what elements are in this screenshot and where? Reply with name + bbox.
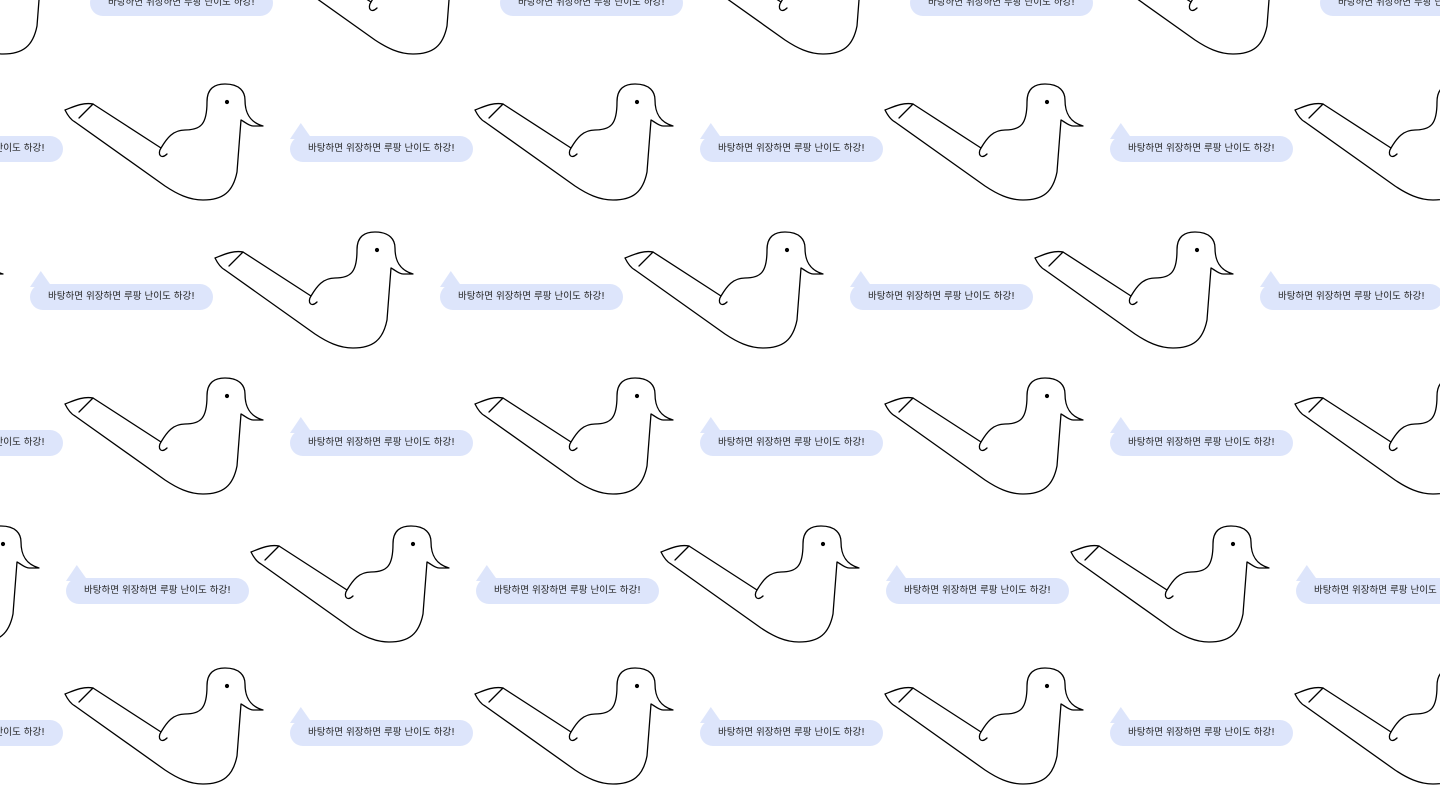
- bubble-text: 바탕하면 위장하면 루팡 난이도 하강!: [1338, 0, 1440, 8]
- bubble-text: 바탕하면 위장하면 루팡 난이도 하강!: [718, 437, 865, 448]
- bubble-text: 바탕하면 위장하면 루팡 난이도 하강!: [84, 585, 231, 596]
- bubble-text: 바탕하면 위장하면 루팡 난이도 하강!: [0, 437, 45, 448]
- bubble-text: 바탕하면 위장하면 루팡 난이도 하강!: [308, 727, 455, 738]
- speech-bubble: 바탕하면 위장하면 루팡 난이도 하강!: [886, 578, 1069, 604]
- bubble-text: 바탕하면 위장하면 루팡 난이도 하강!: [1128, 143, 1275, 154]
- bubble-text: 바탕하면 위장하면 루팡 난이도 하강!: [108, 0, 255, 8]
- bird-outline-icon: [1294, 89, 1440, 201]
- bubble-text: 바탕하면 위장하면 루팡 난이도 하강!: [518, 0, 665, 8]
- speech-bubble: 바탕하면 위장하면 루팡 난이도 하강!: [700, 720, 883, 746]
- speech-bubble: 바탕하면 위장하면 루팡 난이도 하강!: [290, 430, 473, 456]
- speech-bubble: 바탕하면 위장하면 루팡 난이도 하강!: [1260, 284, 1440, 310]
- speech-bubble: 바탕하면 위장하면 루팡 난이도 하강!: [1320, 0, 1440, 16]
- speech-bubble: 바탕하면 위장하면 루팡 난이도 하강!: [850, 284, 1033, 310]
- bubble-text: 바탕하면 위장하면 루팡 난이도 하강!: [1128, 727, 1275, 738]
- speech-bubble: 바탕하면 위장하면 루팡 난이도 하강!: [500, 0, 683, 16]
- bubble-text: 바탕하면 위장하면 루팡 난이도 하강!: [904, 585, 1051, 596]
- speech-bubble: 바탕하면 위장하면 루팡 난이도 하강!: [290, 136, 473, 162]
- speech-bubble: 바탕하면 위장하면 루팡 난이도 하강!: [90, 0, 273, 16]
- bubble-text: 바탕하면 위장하면 루팡 난이도 하강!: [928, 0, 1075, 8]
- bird-outline-icon: [1070, 525, 1270, 643]
- bubble-text: 바탕하면 위장하면 루팡 난이도 하강!: [718, 143, 865, 154]
- speech-bubble: 바탕하면 위장하면 루팡 난이도 하강!: [1110, 136, 1293, 162]
- bubble-text: 바탕하면 위장하면 루팡 난이도 하강!: [48, 291, 195, 302]
- bird-outline-icon: [884, 377, 1084, 495]
- speech-bubble: 바탕하면 위장하면 루팡 난이도 하강!: [910, 0, 1093, 16]
- bird-outline-icon: [474, 377, 674, 495]
- bird-pattern-wallpaper: 바탕하면 위장하면 루팡 난이도 하강! 바탕하면 위장하면 루팡 난이도 하강…: [0, 0, 1440, 800]
- bird-outline-icon: [317, 0, 450, 55]
- bubble-text: 바탕하면 위장하면 루팡 난이도 하강!: [494, 585, 641, 596]
- bird-outline-icon: [884, 83, 1084, 201]
- bubble-text: 바탕하면 위장하면 루팡 난이도 하강!: [1128, 437, 1275, 448]
- speech-bubble: 바탕하면 위장하면 루팡 난이도 하강!: [0, 720, 63, 746]
- speech-bubble: 바탕하면 위장하면 루팡 난이도 하강!: [30, 284, 213, 310]
- bird-outline-icon: [1294, 673, 1440, 785]
- bubble-text: 바탕하면 위장하면 루팡 난이도 하강!: [0, 143, 45, 154]
- speech-bubble: 바탕하면 위장하면 루팡 난이도 하강!: [66, 578, 249, 604]
- bird-outline-icon: [1137, 0, 1270, 55]
- bubble-text: 바탕하면 위장하면 루팡 난이도 하강!: [1278, 291, 1425, 302]
- speech-bubble: 바탕하면 위장하면 루팡 난이도 하강!: [700, 136, 883, 162]
- speech-bubble: 바탕하면 위장하면 루팡 난이도 하강!: [476, 578, 659, 604]
- speech-bubble: 바탕하면 위장하면 루팡 난이도 하강!: [0, 430, 63, 456]
- bird-outline-icon: [884, 667, 1084, 785]
- bird-outline-icon: [474, 667, 674, 785]
- speech-bubble: 바탕하면 위장하면 루팡 난이도 하강!: [1296, 578, 1440, 604]
- bird-outline-icon: [624, 231, 824, 349]
- bird-outline-icon: [660, 525, 860, 643]
- bird-outline-icon: [214, 231, 414, 349]
- speech-bubble: 바탕하면 위장하면 루팡 난이도 하강!: [1110, 720, 1293, 746]
- bird-outline-icon: [0, 0, 40, 55]
- bird-outline-icon: [727, 0, 860, 55]
- bubble-text: 바탕하면 위장하면 루팡 난이도 하강!: [458, 291, 605, 302]
- speech-bubble: 바탕하면 위장하면 루팡 난이도 하강!: [0, 136, 63, 162]
- bubble-text: 바탕하면 위장하면 루팡 난이도 하강!: [1314, 585, 1440, 596]
- bird-outline-icon: [1034, 231, 1234, 349]
- bird-outline-icon: [1294, 383, 1440, 495]
- bird-outline-icon: [64, 377, 264, 495]
- speech-bubble: 바탕하면 위장하면 루팡 난이도 하강!: [290, 720, 473, 746]
- bird-outline-icon: [250, 525, 450, 643]
- bubble-text: 바탕하면 위장하면 루팡 난이도 하강!: [0, 727, 45, 738]
- speech-bubble: 바탕하면 위장하면 루팡 난이도 하강!: [700, 430, 883, 456]
- bird-outline-icon: [474, 83, 674, 201]
- speech-bubble: 바탕하면 위장하면 루팡 난이도 하강!: [1110, 430, 1293, 456]
- bird-outline-icon: [64, 667, 264, 785]
- speech-bubble: 바탕하면 위장하면 루팡 난이도 하강!: [440, 284, 623, 310]
- bubble-text: 바탕하면 위장하면 루팡 난이도 하강!: [868, 291, 1015, 302]
- bubble-text: 바탕하면 위장하면 루팡 난이도 하강!: [308, 437, 455, 448]
- bubble-text: 바탕하면 위장하면 루팡 난이도 하강!: [308, 143, 455, 154]
- bubble-text: 바탕하면 위장하면 루팡 난이도 하강!: [718, 727, 865, 738]
- bird-outline-icon: [64, 83, 264, 201]
